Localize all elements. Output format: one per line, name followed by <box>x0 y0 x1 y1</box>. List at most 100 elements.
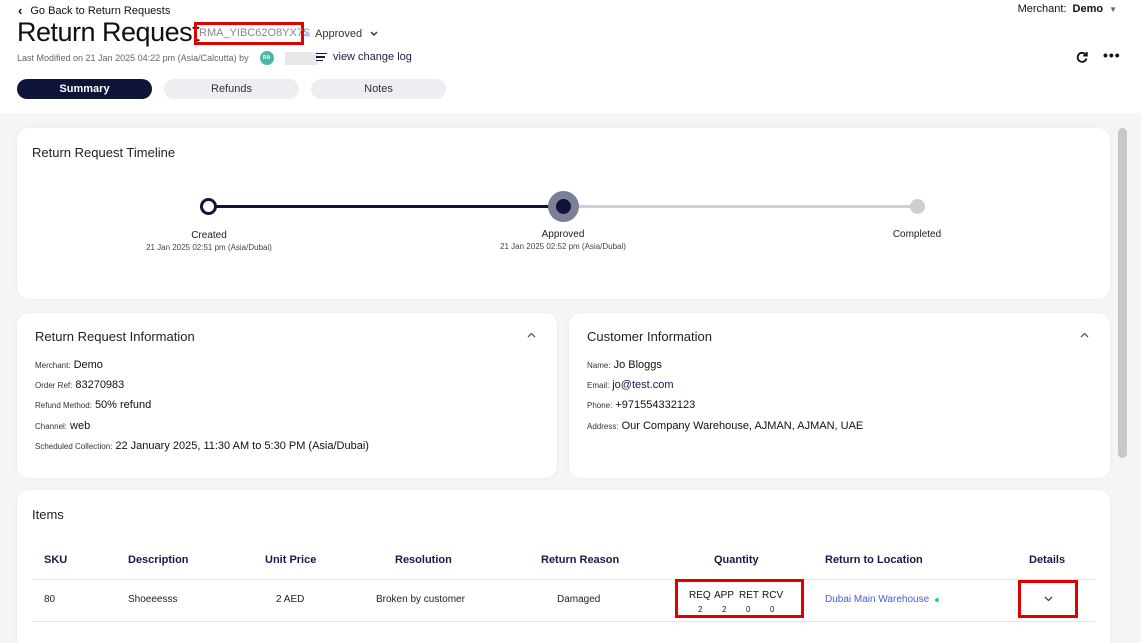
table-divider <box>32 579 1095 580</box>
column-header-return-reason: Return Reason <box>541 554 620 566</box>
chevron-up-icon[interactable] <box>527 330 536 341</box>
back-link-label: Go Back to Return Requests <box>30 4 171 17</box>
info-row-scheduled-collection: Scheduled Collection: 22 January 2025, 11… <box>35 440 369 452</box>
info-value: +971554332123 <box>615 399 696 411</box>
return-location-link[interactable]: Dubai Main Warehouse <box>825 594 940 605</box>
info-row-merchant: Merchant: Demo <box>35 359 103 371</box>
cell-sku: 80 <box>44 594 56 605</box>
more-options-icon[interactable]: ••• <box>1103 47 1121 63</box>
info-row-email: Email: jo@test.com <box>587 379 674 391</box>
column-header-quantity: Quantity <box>714 554 759 566</box>
chevron-down-icon <box>370 31 378 36</box>
timeline-node-created <box>200 198 217 215</box>
last-modified: Last Modified on 21 Jan 2025 04:22 pm (A… <box>17 51 318 65</box>
return-info-card: Return Request Information Merchant: Demo… <box>17 313 557 478</box>
timeline-progress-line <box>216 205 564 208</box>
column-header-sku: SKU <box>44 554 68 566</box>
list-icon <box>316 52 327 62</box>
info-value: Jo Bloggs <box>613 359 662 371</box>
info-key: Merchant: <box>35 361 71 370</box>
status-label: Approved <box>315 28 363 40</box>
email-link[interactable]: jo@test.com <box>612 379 673 391</box>
scrollbar-thumb[interactable] <box>1118 128 1127 458</box>
column-header-description: Description <box>128 554 189 566</box>
timeline-label-created: Created <box>191 230 227 241</box>
rma-id: RMA_YIBC62O8YX7S <box>194 22 310 45</box>
column-header-return-location: Return to Location <box>825 554 923 566</box>
info-value: Our Company Warehouse, AJMAN, AJMAN, UAE <box>621 420 864 432</box>
table-divider <box>32 621 1095 622</box>
timeline-node-completed <box>910 199 925 214</box>
chevron-up-icon[interactable] <box>1080 330 1089 341</box>
timeline-pending-line <box>572 205 917 208</box>
info-key: Refund Method: <box>35 401 92 410</box>
qty-value-rcv: 0 <box>770 605 775 614</box>
qty-label-rcv: RCV <box>762 590 784 601</box>
info-value: 22 January 2025, 11:30 AM to 5:30 PM (As… <box>115 440 369 452</box>
info-key: Address: <box>587 422 619 431</box>
timeline-card: Return Request Timeline Created 21 Jan 2… <box>17 128 1110 299</box>
info-row-refund-method: Refund Method: 50% refund <box>35 399 151 411</box>
cell-return-reason: Damaged <box>557 594 601 605</box>
back-link[interactable]: ‹ Go Back to Return Requests <box>18 3 170 18</box>
info-key: Phone: <box>587 401 613 410</box>
change-log-label: view change log <box>333 51 412 63</box>
info-row-address: Address: Our Company Warehouse, AJMAN, AJ… <box>587 420 863 432</box>
timeline-title: Return Request Timeline <box>32 145 176 160</box>
details-expand-button[interactable] <box>1018 580 1078 618</box>
info-value: web <box>70 420 91 432</box>
cell-unit-price: 2 AED <box>276 594 305 605</box>
info-row-phone: Phone: +971554332123 <box>587 399 695 411</box>
info-key: Scheduled Collection: <box>35 442 113 451</box>
qty-value-req: 2 <box>698 605 703 614</box>
info-key: Order Ref: <box>35 381 73 390</box>
cell-resolution: Broken by customer <box>376 594 465 605</box>
refresh-icon[interactable] <box>1076 50 1088 66</box>
info-key: Email: <box>587 381 610 390</box>
caret-down-icon: ▼ <box>1109 4 1117 14</box>
timeline-date-created: 21 Jan 2025 02:51 pm (Asia/Dubai) <box>146 243 272 252</box>
column-header-unit-price: Unit Price <box>265 554 317 566</box>
cell-description: Shoeeesss <box>128 594 178 605</box>
info-row-channel: Channel: web <box>35 420 90 432</box>
info-value: 83270983 <box>75 379 125 391</box>
view-change-log-button[interactable]: view change log <box>316 51 412 63</box>
tab-summary[interactable]: Summary <box>17 79 152 99</box>
timeline-date-approved: 21 Jan 2025 02:52 pm (Asia/Dubai) <box>500 242 626 251</box>
return-info-title: Return Request Information <box>35 329 195 344</box>
page-title: Return Request <box>17 17 200 47</box>
chevron-down-icon <box>1044 596 1052 602</box>
timeline-label-approved: Approved <box>541 229 585 240</box>
info-value: 50% refund <box>94 399 152 411</box>
qty-value-ret: 0 <box>746 605 751 614</box>
merchant-label: Merchant: <box>1017 3 1067 15</box>
qty-value-app: 2 <box>722 605 727 614</box>
status-dot-icon <box>935 597 940 602</box>
info-value: Demo <box>73 359 103 371</box>
header-bar: ‹ Go Back to Return Requests Merchant: D… <box>0 0 1141 113</box>
tab-refunds[interactable]: Refunds <box>164 79 299 99</box>
info-key: Channel: <box>35 422 68 431</box>
user-name-redacted <box>284 51 318 65</box>
quantity-cell: REQ APP RET RCV 2 2 0 0 <box>675 579 804 618</box>
info-row-order-ref: Order Ref: 83270983 <box>35 379 124 391</box>
customer-info-title: Customer Information <box>587 329 712 344</box>
timeline-node-approved <box>548 191 579 222</box>
merchant-value: Demo <box>1072 3 1104 15</box>
merchant-selector[interactable]: Merchant: Demo ▼ <box>1018 3 1117 15</box>
customer-info-card: Customer Information Name: Jo Bloggs Emai… <box>569 313 1110 478</box>
qty-label-app: APP <box>714 590 735 601</box>
qty-label-ret: RET <box>739 590 759 601</box>
tab-notes[interactable]: Notes <box>311 79 446 99</box>
last-modified-text: Last Modified on 21 Jan 2025 04:22 pm (A… <box>17 53 249 63</box>
items-title: Items <box>32 507 64 522</box>
return-location-label: Dubai Main Warehouse <box>825 594 930 605</box>
status-dropdown[interactable]: Approved <box>315 28 378 40</box>
chevron-left-icon: ‹ <box>18 3 23 18</box>
status-dot-icon <box>305 32 310 37</box>
column-header-resolution: Resolution <box>395 554 452 566</box>
column-header-details: Details <box>1029 554 1066 566</box>
info-row-name: Name: Jo Bloggs <box>587 359 662 371</box>
timeline-label-completed: Completed <box>892 229 942 240</box>
qty-label-req: REQ <box>689 590 711 601</box>
